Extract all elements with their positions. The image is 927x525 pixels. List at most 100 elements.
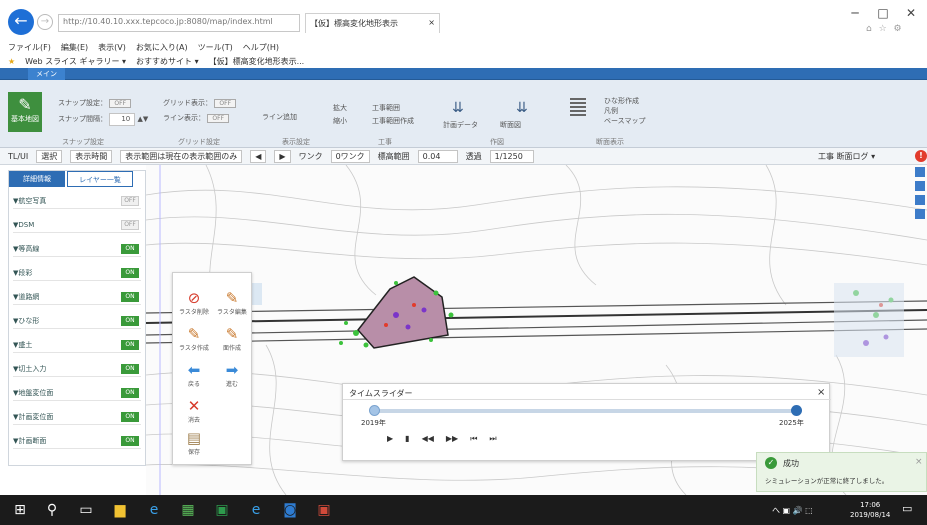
app-icon[interactable]: ▣ xyxy=(314,500,334,520)
layer-item[interactable]: ▼計画変位面 ON xyxy=(13,409,141,425)
menu-tools[interactable]: ツール(T) xyxy=(198,42,233,53)
fav-suggested[interactable]: おすすめサイト ▾ xyxy=(136,56,199,67)
menu-view[interactable]: 表示(V) xyxy=(98,42,126,53)
display-range-select[interactable]: 表示範囲は現在の表示範囲のみ xyxy=(120,149,243,163)
tab-layer-list[interactable]: レイヤー一覧 xyxy=(67,171,133,187)
raster-edit-button[interactable]: ✎ ラスタ編集 xyxy=(215,289,249,325)
menu-file[interactable]: ファイル(F) xyxy=(8,42,51,53)
layer-toggle[interactable]: ON xyxy=(121,388,139,398)
scale-input[interactable]: 1/1250 xyxy=(489,149,534,163)
layer-toggle[interactable]: ON xyxy=(121,340,139,350)
base-map-button[interactable]: ✎ 基本地図 xyxy=(8,92,42,132)
favorites-star-icon[interactable]: ★ xyxy=(8,57,15,66)
back-arrow-icon[interactable]: ← xyxy=(8,9,34,35)
layer-item[interactable]: ▼地盤変位面 ON xyxy=(13,385,141,401)
layer-toggle[interactable]: ON xyxy=(121,244,139,254)
construction-create-button[interactable]: 工事範囲作成 xyxy=(372,116,414,126)
minimize-button[interactable]: ─ xyxy=(846,6,864,20)
layer-toggle[interactable]: ON xyxy=(121,436,139,446)
menu-edit[interactable]: 編集(E) xyxy=(61,42,88,53)
ie2-icon[interactable]: e xyxy=(246,500,266,520)
legend-button[interactable]: 凡例 xyxy=(604,106,645,116)
fav-web-slice[interactable]: Web スライス ギャラリー ▾ xyxy=(25,56,126,67)
map-control-icon[interactable] xyxy=(915,195,925,205)
outlook-icon[interactable]: ◙ xyxy=(280,500,300,520)
layer-item[interactable]: ▼計画断面 ON xyxy=(13,433,141,449)
fast-forward-icon[interactable]: ▶▶ xyxy=(446,434,458,444)
windows-icon[interactable]: ⊞ xyxy=(10,500,30,520)
line-toggle[interactable]: OFF xyxy=(207,114,230,123)
display-time-box[interactable]: 表示時間 xyxy=(70,149,113,163)
excel-icon[interactable]: ▣ xyxy=(212,500,232,520)
layer-toggle[interactable]: ON xyxy=(121,268,139,278)
section-button[interactable]: 断面図 xyxy=(500,120,521,130)
raster-create-button[interactable]: ✎ ラスタ作成 xyxy=(177,325,211,361)
zoom-out-button[interactable]: 縮小 xyxy=(333,116,347,126)
layer-toggle[interactable]: OFF xyxy=(121,196,139,206)
maximize-button[interactable]: □ xyxy=(874,6,892,20)
map-control-icon[interactable] xyxy=(915,209,925,219)
rewind-icon[interactable]: ◀◀ xyxy=(422,434,434,444)
basemap-button[interactable]: ベースマップ xyxy=(604,116,645,126)
fav-app[interactable]: 【仮】標高変化地形表示... xyxy=(209,56,305,67)
tab-detail-info[interactable]: 詳細情報 xyxy=(9,171,65,187)
template-create-button[interactable]: ひな形作成 xyxy=(604,96,645,106)
browser-toolbar-icons[interactable]: ⌂ ☆ ⚙ xyxy=(866,24,904,34)
elevation-range-input[interactable]: 0.04 xyxy=(417,149,458,163)
notification-icon[interactable]: ▭ xyxy=(902,502,912,515)
address-bar[interactable]: http://10.40.10.xxx.tepcoco.jp:8080/map/… xyxy=(58,14,300,32)
layer-item[interactable]: ▼道路網 ON xyxy=(13,289,141,305)
plan-data-icon[interactable]: ⇊ xyxy=(452,100,464,116)
undo-button[interactable]: ⬅ 戻る xyxy=(177,361,211,397)
snap-interval-input[interactable]: 10 xyxy=(109,113,136,126)
table-icon[interactable] xyxy=(570,98,586,116)
layer-item[interactable]: ▼等高線 ON xyxy=(13,241,141,257)
layer-item[interactable]: ▼DSM OFF xyxy=(13,217,141,233)
surface-create-button[interactable]: ✎ 面作成 xyxy=(215,325,249,361)
layer-toggle[interactable]: OFF xyxy=(121,220,139,230)
layer-item[interactable]: ▼ひな形 ON xyxy=(13,313,141,329)
rank-select[interactable]: 0ワンク xyxy=(330,149,370,163)
prev-button[interactable]: ◀ xyxy=(250,149,267,163)
layer-item[interactable]: ▼盛土 ON xyxy=(13,337,141,353)
construction-log-dropdown[interactable]: 工事 断面ログ ▾ xyxy=(818,151,875,162)
alert-icon[interactable]: ! xyxy=(915,150,927,162)
tab-main[interactable]: メイン xyxy=(28,68,65,80)
zoom-in-button[interactable]: 拡大 xyxy=(333,103,347,113)
snap-stepper-icon[interactable]: ▲▼ xyxy=(137,115,148,123)
clear-button[interactable]: ✕ 消去 xyxy=(177,397,211,433)
slider-track[interactable] xyxy=(373,409,795,413)
menu-favorites[interactable]: お気に入り(A) xyxy=(136,42,188,53)
layer-toggle[interactable]: ON xyxy=(121,364,139,374)
store-icon[interactable]: ▦ xyxy=(178,500,198,520)
grid-toggle[interactable]: OFF xyxy=(214,99,237,108)
map-control-icon[interactable] xyxy=(915,167,925,177)
layer-toggle[interactable]: ON xyxy=(121,316,139,326)
play-icon[interactable]: ▶ xyxy=(387,434,393,444)
next-button[interactable]: ▶ xyxy=(274,149,291,163)
redo-button[interactable]: ➡ 進む xyxy=(215,361,249,397)
plan-data-button[interactable]: 計画データ xyxy=(443,120,478,130)
system-tray[interactable]: へ ▣ 🔊 ⬚ xyxy=(772,505,813,516)
select-mode-box[interactable]: 選択 xyxy=(36,149,63,163)
map-control-icon[interactable] xyxy=(915,181,925,191)
close-window-button[interactable]: ✕ xyxy=(902,6,920,20)
layer-item[interactable]: ▼段彩 ON xyxy=(13,265,141,281)
skip-start-icon[interactable]: ⏮ xyxy=(470,434,477,444)
stop-icon[interactable]: ▮ xyxy=(405,434,409,444)
layer-toggle[interactable]: ON xyxy=(121,292,139,302)
time-slider-close-icon[interactable]: × xyxy=(817,387,825,398)
clock[interactable]: 17:06 2019/08/14 xyxy=(850,500,890,520)
menu-help[interactable]: ヘルプ(H) xyxy=(243,42,279,53)
section-icon[interactable]: ⇊ xyxy=(516,100,528,116)
forward-arrow-icon[interactable]: → xyxy=(37,14,53,30)
slider-end-handle[interactable] xyxy=(791,405,802,416)
tab-close-icon[interactable]: × xyxy=(428,18,435,27)
layer-item[interactable]: ▼航空写真 OFF xyxy=(13,193,141,209)
skip-end-icon[interactable]: ⏭ xyxy=(489,434,496,444)
browser-tab[interactable]: 【仮】標高変化地形表示 × xyxy=(305,13,440,33)
save-button[interactable]: ▤ 保存 xyxy=(177,429,211,465)
ie-icon[interactable]: e xyxy=(144,500,164,520)
slider-start-handle[interactable] xyxy=(369,405,380,416)
layer-toggle[interactable]: ON xyxy=(121,412,139,422)
